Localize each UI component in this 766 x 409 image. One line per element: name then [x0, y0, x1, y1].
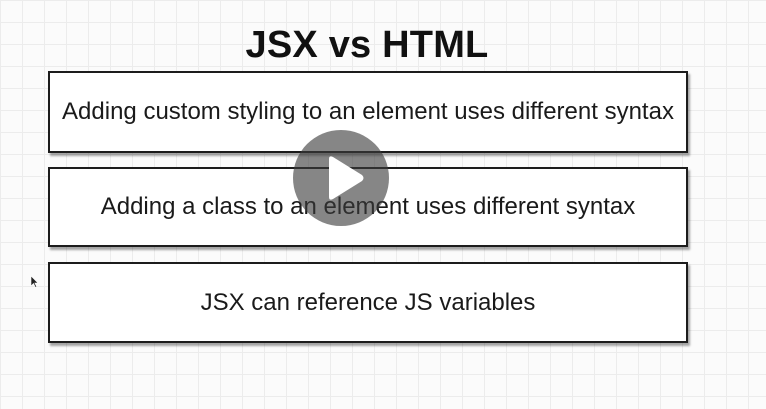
card-text: Adding custom styling to an element uses… [62, 98, 674, 125]
play-icon [329, 156, 364, 200]
card-text: JSX can reference JS variables [200, 288, 536, 316]
slide-title: JSX vs HTML [245, 24, 489, 66]
mouse-cursor-icon [31, 276, 39, 288]
card-js-variables: JSX can reference JS variables [48, 262, 688, 343]
play-button[interactable] [293, 130, 389, 226]
